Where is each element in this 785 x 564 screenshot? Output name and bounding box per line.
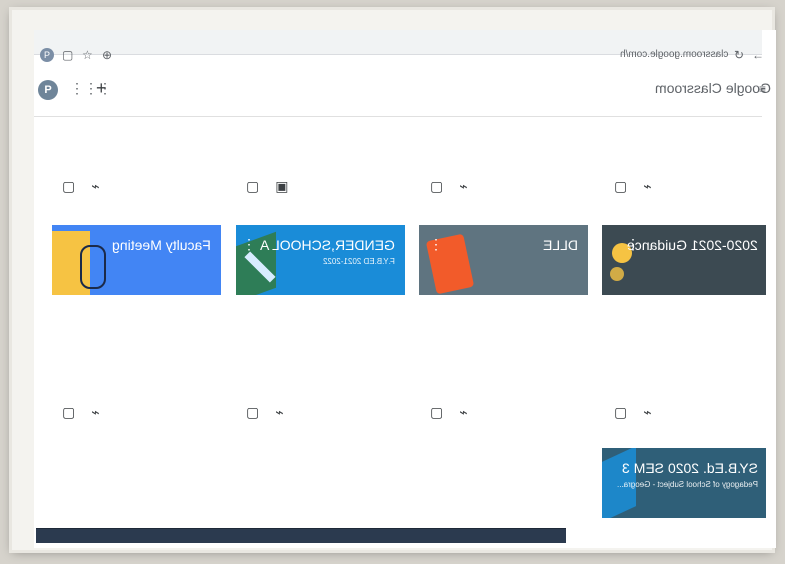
- class-actions: ▢ ▣: [246, 178, 304, 194]
- address-bar[interactable]: classroom.google.com/h: [620, 49, 728, 60]
- trend-icon[interactable]: ⌁: [91, 178, 99, 194]
- star-icon[interactable]: ☆: [82, 47, 93, 63]
- portfolio-icon[interactable]: ▣: [275, 178, 288, 194]
- class-actions: ▢ ⌁: [614, 178, 668, 194]
- class-actions: ▢ ⌁: [614, 404, 668, 420]
- class-actions: ▢ ⌁: [430, 404, 484, 420]
- add-class-button[interactable]: +: [96, 78, 107, 98]
- folder-icon[interactable]: ▢: [430, 178, 443, 194]
- class-card[interactable]: ⋮ 2020-2021 Guidance: [602, 225, 766, 295]
- trend-icon[interactable]: ⌁: [643, 404, 651, 420]
- apps-grid-icon[interactable]: ⋮⋮⋮: [70, 81, 112, 95]
- app-brand[interactable]: Google Classroom: [655, 80, 771, 96]
- class-actions: ▢ ⌁: [430, 178, 484, 194]
- class-card[interactable]: SY.B.Ed. 2020 SEM 3 Pedagogy of School S…: [602, 448, 766, 518]
- class-actions: ▢ ⌁: [62, 178, 116, 194]
- folder-icon[interactable]: ▢: [246, 178, 259, 194]
- trend-icon[interactable]: ⌁: [643, 178, 651, 194]
- folder-icon[interactable]: ▢: [614, 178, 627, 194]
- menu-icon[interactable]: ≡: [759, 82, 766, 96]
- class-card[interactable]: ⋮ DLLE: [419, 225, 588, 295]
- class-title[interactable]: SY.B.Ed. 2020 SEM 3: [622, 460, 758, 476]
- trend-icon[interactable]: ⌁: [275, 404, 283, 420]
- profile-avatar[interactable]: P: [40, 48, 54, 62]
- more-options-icon[interactable]: ⋮: [242, 237, 256, 251]
- class-card[interactable]: ⋮ GENDER,SCHOOL A F.Y.B.ED 2021-2022: [236, 225, 405, 295]
- trend-icon[interactable]: ⌁: [459, 178, 467, 194]
- class-title[interactable]: Faculty Meeting: [112, 237, 211, 253]
- folder-icon[interactable]: ▢: [246, 404, 259, 420]
- class-subtitle: Pedagogy of School Subject - Geogra...: [617, 480, 758, 489]
- folder-icon[interactable]: ▢: [614, 404, 627, 420]
- class-actions: ▢ ⌁: [246, 404, 300, 420]
- class-actions: ▢ ⌁: [62, 404, 116, 420]
- class-title[interactable]: GENDER,SCHOOL A: [260, 237, 395, 253]
- taskbar: [36, 528, 566, 543]
- card-illustration: [80, 245, 106, 289]
- trend-icon[interactable]: ⌁: [91, 404, 99, 420]
- tab-icon[interactable]: ▢: [62, 47, 73, 63]
- more-options-icon[interactable]: ⋮: [429, 237, 443, 251]
- folder-icon[interactable]: ▢: [430, 404, 443, 420]
- class-title[interactable]: DLLE: [543, 237, 578, 253]
- folder-icon[interactable]: ▢: [62, 178, 75, 194]
- class-card[interactable]: Faculty Meeting: [52, 225, 221, 295]
- user-avatar[interactable]: P: [38, 80, 58, 100]
- class-subtitle: F.Y.B.ED 2021-2022: [323, 257, 395, 266]
- back-icon[interactable]: ←: [752, 47, 764, 63]
- extension-icon[interactable]: ⊕: [102, 47, 112, 63]
- reload-icon[interactable]: ↻: [734, 47, 744, 63]
- app-header: [34, 66, 762, 117]
- class-title[interactable]: 2020-2021 Guidance: [627, 237, 758, 253]
- trend-icon[interactable]: ⌁: [459, 404, 467, 420]
- folder-icon[interactable]: ▢: [62, 404, 75, 420]
- card-illustration: [610, 267, 624, 281]
